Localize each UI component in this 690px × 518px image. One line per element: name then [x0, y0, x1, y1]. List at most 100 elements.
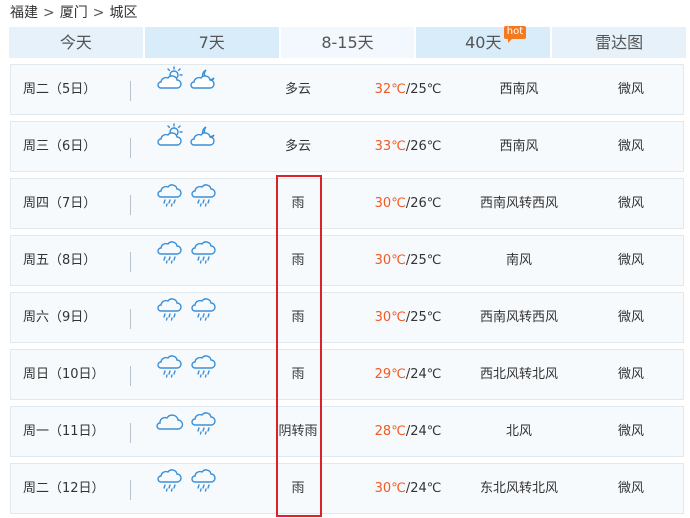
temperature-low: /24℃ [405, 424, 442, 439]
rain-icon [189, 406, 219, 457]
temperature-high: 29℃ [374, 367, 406, 382]
wind-level: 微风 [617, 367, 644, 382]
forecast-row: 周日（10日） 雨 29℃/24℃ 西北风转北风 微风 [10, 349, 684, 400]
wind-direction: 西南风 [499, 139, 539, 154]
partly-cloudy-moon-icon [189, 121, 219, 172]
rain-icon [155, 349, 185, 400]
partly-cloudy-sun-icon [155, 64, 185, 115]
breadcrumb-city-link[interactable]: 厦门 [60, 5, 88, 21]
hot-badge: hot [503, 26, 527, 43]
cloudy-icon [155, 406, 185, 457]
forecast-row: 周六（9日） 雨 30℃/25℃ 西南风转西风 微风 [10, 292, 684, 343]
rain-icon [189, 178, 219, 229]
temperature-low: /25℃ [405, 82, 442, 97]
temperature-low: /26℃ [405, 139, 442, 154]
forecast-row: 周二（12日） 雨 30℃/24℃ 东北风转北风 微风 [10, 463, 684, 514]
wind-direction: 西北风转北风 [479, 367, 558, 382]
temperature-high: 30℃ [374, 310, 406, 325]
row-divider [130, 138, 131, 158]
temperature-high: 30℃ [374, 196, 406, 211]
row-divider [130, 195, 131, 215]
weather-condition: 雨 [291, 196, 305, 211]
temperature-range: 30℃/24℃ [368, 464, 448, 513]
wind-level: 微风 [617, 481, 644, 496]
tab-8-15-days[interactable]: 8-15天 [280, 27, 417, 58]
temperature-range: 30℃/25℃ [368, 236, 448, 285]
row-divider [130, 480, 131, 500]
temperature-low: /25℃ [405, 253, 442, 268]
partly-cloudy-sun-icon [155, 121, 185, 172]
breadcrumb-separator: > [92, 5, 105, 21]
forecast-day: 周六（9日） [23, 310, 97, 325]
weather-condition: 雨 [291, 310, 305, 325]
wind-level: 微风 [617, 424, 644, 439]
wind-level: 微风 [617, 253, 644, 268]
temperature-low: /24℃ [405, 367, 442, 382]
wind-direction: 南风 [505, 253, 532, 268]
rain-icon [189, 235, 219, 286]
rain-icon [155, 178, 185, 229]
temperature-high: 28℃ [374, 424, 406, 439]
wind-level: 微风 [617, 139, 644, 154]
forecast-day: 周二（5日） [23, 82, 97, 97]
weather-icons [155, 236, 225, 285]
row-divider [130, 81, 131, 101]
forecast-day: 周一（11日） [23, 424, 105, 439]
rain-icon [155, 292, 185, 343]
rain-icon [155, 235, 185, 286]
forecast-row: 周四（7日） 雨 30℃/26℃ 西南风转西风 微风 [10, 178, 684, 229]
row-divider [130, 252, 131, 272]
wind-direction: 西南风转西风 [479, 196, 558, 211]
weather-icons [155, 407, 225, 456]
forecast-day: 周三（6日） [23, 139, 97, 154]
temperature-range: 30℃/25℃ [368, 293, 448, 342]
wind-level: 微风 [617, 196, 644, 211]
weather-condition: 多云 [284, 82, 311, 97]
tab-7-days[interactable]: 7天 [144, 27, 281, 58]
weather-icons [155, 65, 225, 114]
temperature-high: 30℃ [374, 481, 406, 496]
temperature-range: 29℃/24℃ [368, 350, 448, 399]
tab-40-days-label: 40天 [465, 33, 502, 52]
row-divider [130, 423, 131, 443]
weather-icons [155, 179, 225, 228]
wind-direction: 西南风转西风 [479, 310, 558, 325]
forecast-day: 周五（8日） [23, 253, 97, 268]
temperature-low: /26℃ [405, 196, 442, 211]
forecast-day: 周日（10日） [23, 367, 105, 382]
tab-today[interactable]: 今天 [9, 27, 145, 58]
forecast-list: 周二（5日） 多云 32℃/25℃ 西南风 微风 周三（6日） 多云 33℃/26℃ 西南风 微风… [10, 64, 684, 518]
temperature-low: /25℃ [405, 310, 442, 325]
weather-icons [155, 350, 225, 399]
weather-condition: 阴转雨 [278, 424, 318, 439]
row-divider [130, 366, 131, 386]
forecast-day: 周四（7日） [23, 196, 97, 211]
weather-icons [155, 293, 225, 342]
forecast-tabs: 今天 7天 8-15天 40天 hot 雷达图 [9, 26, 686, 58]
weather-icons [155, 464, 225, 513]
temperature-high: 33℃ [374, 139, 406, 154]
temperature-high: 30℃ [374, 253, 406, 268]
rain-icon [189, 349, 219, 400]
row-divider [130, 309, 131, 329]
weather-condition: 雨 [291, 367, 305, 382]
forecast-row: 周一（11日） 阴转雨 28℃/24℃ 北风 微风 [10, 406, 684, 457]
temperature-range: 32℃/25℃ [368, 65, 448, 114]
wind-level: 微风 [617, 82, 644, 97]
rain-icon [155, 463, 185, 514]
tab-40-days[interactable]: 40天 hot [416, 26, 553, 58]
partly-cloudy-moon-icon [189, 64, 219, 115]
wind-direction: 北风 [505, 424, 532, 439]
rain-icon [189, 292, 219, 343]
weather-condition: 多云 [284, 139, 311, 154]
forecast-row: 周五（8日） 雨 30℃/25℃ 南风 微风 [10, 235, 684, 286]
temperature-range: 30℃/26℃ [368, 179, 448, 228]
breadcrumb-district-link[interactable]: 城区 [109, 5, 137, 21]
wind-direction: 西南风 [499, 82, 539, 97]
temperature-range: 28℃/24℃ [368, 407, 448, 456]
tab-radar[interactable]: 雷达图 [552, 27, 686, 58]
breadcrumb-separator: > [43, 5, 55, 21]
breadcrumb-province-link[interactable]: 福建 [10, 5, 38, 21]
breadcrumb: 福建 > 厦门 > 城区 [10, 3, 137, 23]
wind-level: 微风 [617, 310, 644, 325]
